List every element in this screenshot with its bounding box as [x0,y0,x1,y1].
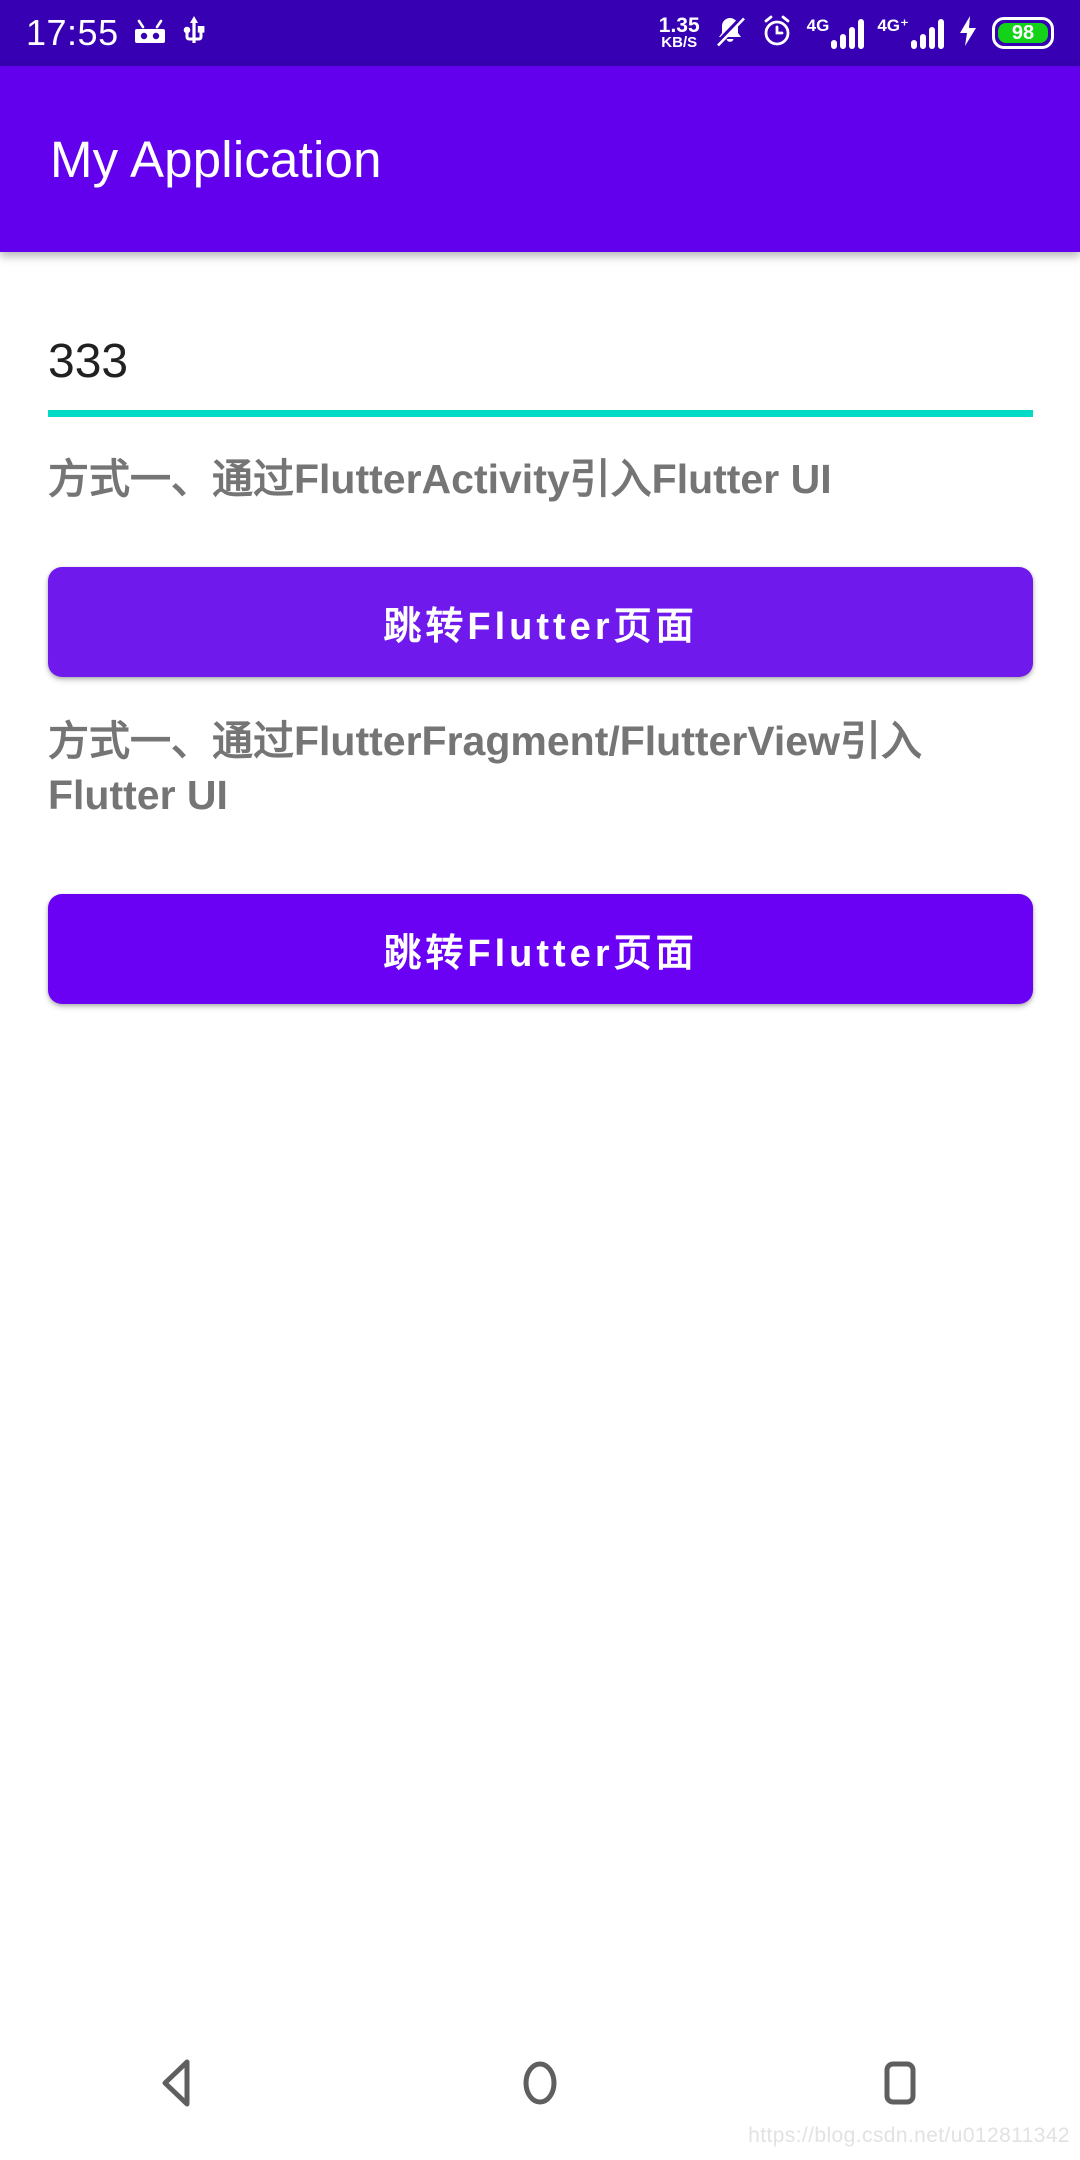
app-bar: My Application [0,66,1080,252]
nav-back-button[interactable] [120,2025,240,2145]
watermark-text: https://blog.csdn.net/u012811342 [748,2124,1070,2147]
sim1-network-label: 4G [806,16,830,35]
status-bar: 17:55 1.35 KB/S 4G 4G⁺ 98 [0,0,1080,66]
sim2-network-label: 4G⁺ [877,16,909,35]
alarm-clock-icon [760,14,794,53]
nav-home-button[interactable] [480,2025,600,2145]
circle-home-icon [515,2056,565,2115]
section-label-flutter-activity: 方式一、通过FlutterActivity引入Flutter UI [48,456,832,502]
lightning-bolt-icon [957,15,979,52]
page-title: My Application [50,130,382,188]
sim2-signal-bars [911,19,944,49]
square-recents-icon [875,2056,925,2115]
android-robot-icon [133,16,167,51]
network-speed-indicator: 1.35 KB/S [658,13,700,51]
section-label-flutter-fragment: 方式一、通过FlutterFragment/FlutterView引入Flutt… [48,718,922,818]
jump-to-flutter-fragment-button[interactable]: 跳转Flutter页面 [48,894,1033,1004]
status-bar-right: 1.35 KB/S 4G 4G⁺ 98 [659,14,1054,53]
sim1-signal-bars [831,19,865,49]
network-speed-value: 1.35 [658,13,700,37]
status-bar-clock: 17:55 [26,12,119,53]
text-input-underline [48,410,1033,417]
jump-to-flutter-activity-button[interactable]: 跳转Flutter页面 [48,567,1033,677]
usb-icon [181,14,207,53]
triangle-back-icon [155,2056,205,2115]
signal-sim2-icon: 4G⁺ [877,17,944,49]
battery-indicator: 98 [992,17,1054,49]
network-speed-unit: KB/S [661,33,698,51]
bell-muted-icon [713,14,747,53]
battery-percent-label: 98 [998,23,1048,43]
status-bar-left: 17:55 [26,14,207,53]
signal-sim1-icon: 4G [807,17,865,49]
text-input-value[interactable]: 333 [48,338,1033,410]
phone-screen: 17:55 1.35 KB/S 4G 4G⁺ 98 My Application… [0,0,1080,2160]
text-input-field[interactable]: 333 [48,338,1033,417]
